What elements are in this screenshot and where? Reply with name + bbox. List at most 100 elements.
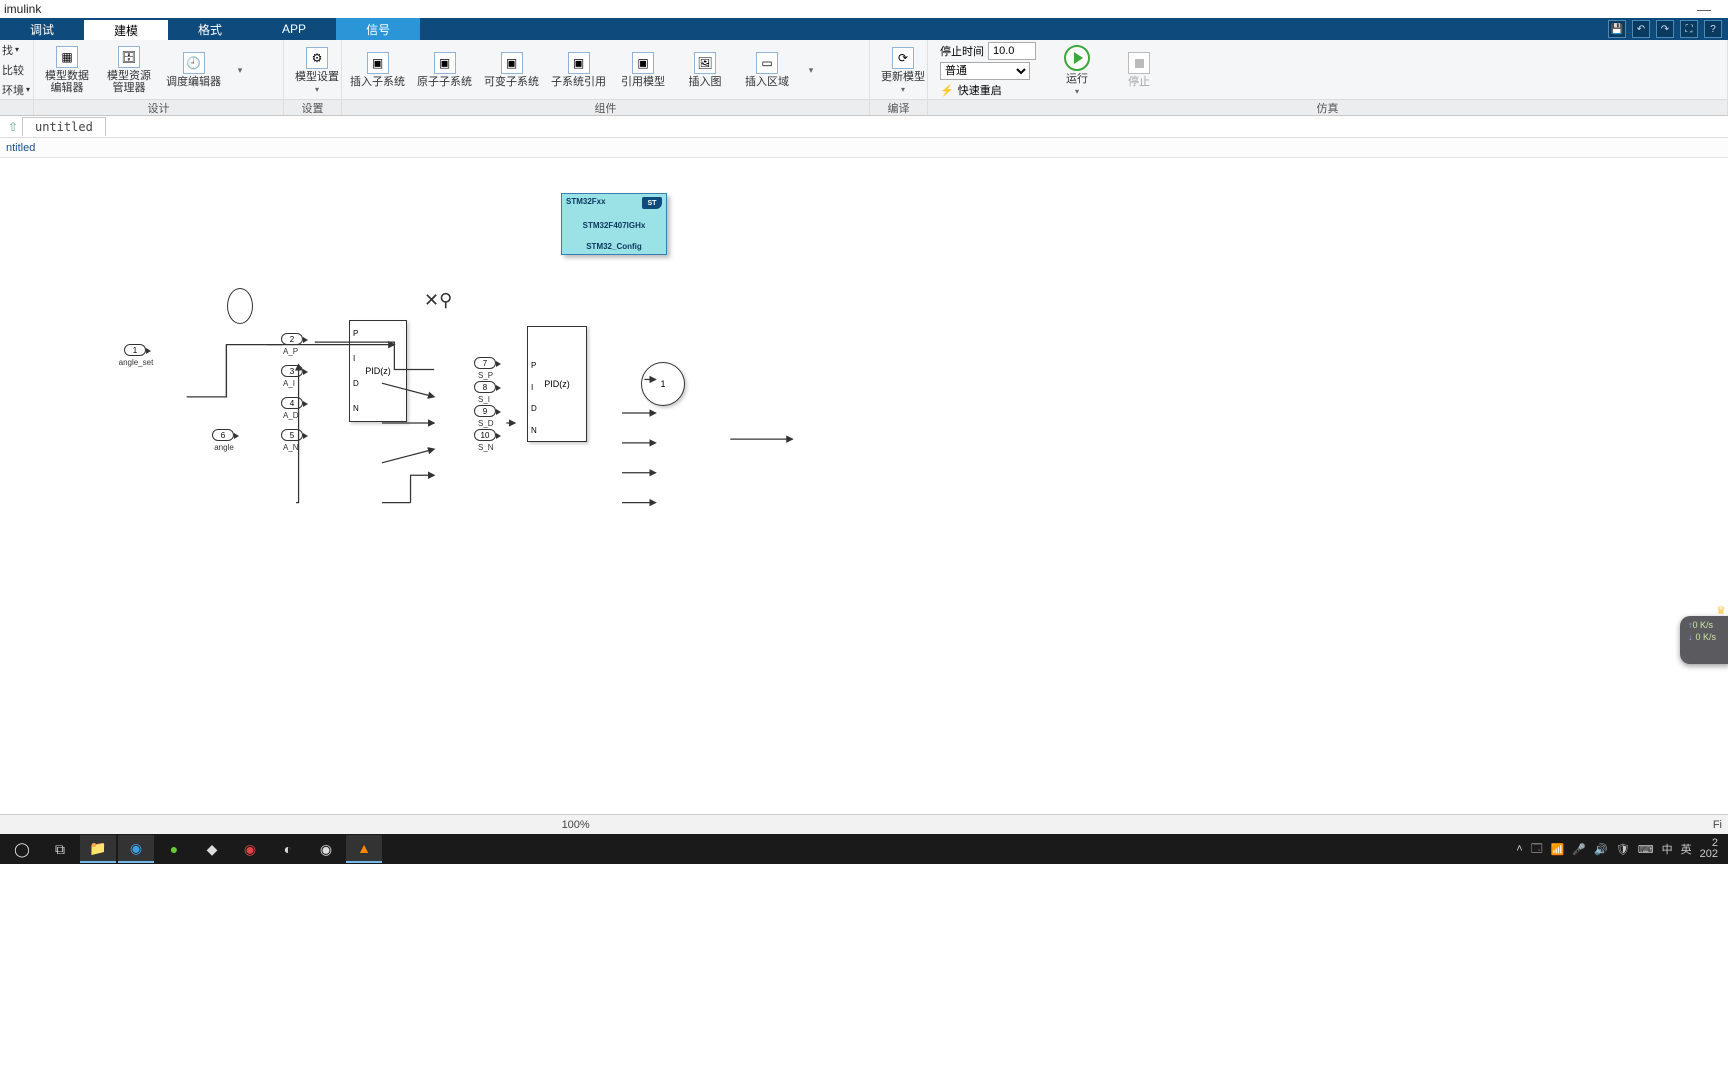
atomic-icon: ▣ [434, 52, 456, 74]
pid-block-2[interactable]: P I D N PID(z) [527, 326, 587, 442]
model-path[interactable]: ntitled [0, 138, 1728, 158]
model-breadcrumb: ⇧ untitled [0, 116, 1728, 138]
tray-shield-icon[interactable]: 🛡 [1616, 843, 1630, 856]
ref-model-button[interactable]: ▣ 引用模型 [618, 52, 668, 88]
insert-image-button[interactable]: 🖼 插入图 [680, 52, 730, 88]
inport-a-d-label: A_D [283, 411, 299, 420]
tray-mic-icon[interactable]: 🎤 [1572, 843, 1586, 856]
canvas-wires [0, 158, 1728, 814]
pid-block-1[interactable]: P I D N PID(z) [349, 320, 407, 422]
qa-help-icon[interactable]: ? [1704, 20, 1722, 38]
pid-block-2-label: PID(z) [544, 379, 570, 389]
ref-model-icon: ▣ [632, 52, 654, 74]
ribbon-left-edge: 找▾ 比较 环境▾ [0, 40, 34, 99]
outport-1[interactable]: 1 [641, 362, 685, 406]
database-icon: 🗄 [118, 46, 140, 68]
obs-icon[interactable]: ◉ [308, 835, 344, 863]
inport-s-d[interactable]: 9 [474, 405, 496, 417]
inport-a-i[interactable]: 3 [281, 365, 303, 377]
inport-s-p[interactable]: 7 [474, 357, 496, 369]
components-more-dropdown[interactable]: ▾ [804, 65, 818, 76]
env-button[interactable]: 环境▾ [2, 82, 30, 98]
main-tabstrip: 调试 建模 格式 APP 信号 💾 ↶ ↷ ⛶ ? [0, 18, 1728, 40]
image-icon: 🖼 [694, 52, 716, 74]
wechat-icon[interactable]: ● [156, 835, 192, 863]
zoom-cursor-icon: ✕⚲ [424, 290, 452, 311]
tray-ime-zh[interactable]: 中 [1662, 841, 1673, 857]
sum-block[interactable] [227, 288, 253, 324]
atomic-subsystem-button[interactable]: ▣ 原子子系统 [417, 52, 472, 88]
inport-s-n[interactable]: 10 [474, 429, 496, 441]
model-canvas[interactable]: STM32Fxx ST STM32F407IGHx STM32_Config 1… [0, 158, 1728, 814]
network-speed-widget[interactable]: ♛ ↑0 K/s ↓0 K/s [1680, 616, 1728, 664]
inport-angle-set-label: angle_set [118, 358, 154, 367]
windows-taskbar: ◯ ⧉ 📁 ◉ ● ◆ ◉ ◐ ◉ ▲ ˄ 🗔 📶 🎤 🔊 🛡 ⌨ 中 英 2 … [0, 834, 1728, 864]
app-title: imulink [4, 2, 41, 16]
status-bar: 100% Fi [0, 814, 1728, 834]
compare-button[interactable]: 比较 [2, 62, 24, 78]
stop-button[interactable]: 停止 [1114, 52, 1164, 88]
qa-save-icon[interactable]: 💾 [1608, 20, 1626, 38]
tray-lang[interactable]: 英 [1681, 841, 1692, 857]
sim-mode-select[interactable]: 普通 [940, 62, 1030, 80]
tray-wifi-icon[interactable]: 📶 [1551, 843, 1565, 856]
area-icon: ▭ [756, 52, 778, 74]
qa-undo-icon[interactable]: ↶ [1632, 20, 1650, 38]
refresh-icon: ⟳ [892, 47, 914, 69]
inport-a-p[interactable]: 2 [281, 333, 303, 345]
inport-a-n[interactable]: 5 [281, 429, 303, 441]
inport-angle[interactable]: 6 [212, 429, 234, 441]
file-explorer-icon[interactable]: 📁 [80, 835, 116, 863]
tray-battery-icon[interactable]: 🗔 [1531, 840, 1543, 859]
qa-redo-icon[interactable]: ↷ [1656, 20, 1674, 38]
window-minimize-icon[interactable]: — [1684, 1, 1724, 17]
subsystem-ref-button[interactable]: ▣ 子系统引用 [551, 52, 606, 88]
inport-angle-set[interactable]: 1 [124, 344, 146, 356]
tab-modeling[interactable]: 建模 [84, 18, 168, 40]
tray-volume-icon[interactable]: 🔊 [1594, 843, 1608, 856]
tab-debug[interactable]: 调试 [0, 18, 84, 40]
up-level-icon[interactable]: ⇧ [4, 118, 22, 136]
stop-time-input[interactable] [988, 42, 1036, 60]
fast-restart-icon[interactable]: ⚡ [940, 84, 954, 97]
edge-browser-icon[interactable]: ◉ [118, 835, 154, 863]
model-tab-untitled[interactable]: untitled [22, 117, 106, 136]
tray-chevron-icon[interactable]: ˄ [1516, 843, 1522, 855]
inport-s-i[interactable]: 8 [474, 381, 496, 393]
tab-format[interactable]: 格式 [168, 18, 252, 40]
model-settings-button[interactable]: ⚙ 模型设置 ▾ [292, 47, 342, 94]
group-label-design: 设计 [34, 100, 284, 115]
st-logo-icon: ST [642, 197, 662, 209]
model-data-editor-button[interactable]: ▦ 模型数据 编辑器 [42, 46, 92, 94]
ribbon-toolbar: 找▾ 比较 环境▾ ▦ 模型数据 编辑器 🗄 模型资源 管理器 🕘 调度编辑器 … [0, 40, 1728, 100]
schedule-editor-button[interactable]: 🕘 调度编辑器 [166, 52, 221, 88]
tab-app[interactable]: APP [252, 18, 336, 40]
qa-expand-icon[interactable]: ⛶ [1680, 20, 1698, 38]
stm32-line3: STM32_Config [566, 242, 662, 251]
insert-area-button[interactable]: ▭ 插入区域 [742, 52, 792, 88]
crown-icon: ♛ [1716, 604, 1726, 617]
tab-signal[interactable]: 信号 [336, 18, 420, 40]
start-button[interactable]: ◯ [4, 835, 40, 863]
app-icon-2[interactable]: ◐ [270, 835, 306, 863]
task-view-button[interactable]: ⧉ [42, 835, 78, 863]
find-button[interactable]: 找▾ [2, 42, 19, 58]
design-more-dropdown[interactable]: ▾ [233, 65, 247, 76]
fast-restart-label[interactable]: 快速重启 [958, 82, 1002, 98]
unity-icon[interactable]: ◆ [194, 835, 230, 863]
update-model-button[interactable]: ⟳ 更新模型 ▾ [878, 47, 928, 94]
group-label-compile: 编译 [870, 100, 928, 115]
variant-subsystem-button[interactable]: ▣ 可变子系统 [484, 52, 539, 88]
inport-a-d[interactable]: 4 [281, 397, 303, 409]
matlab-icon[interactable]: ▲ [346, 835, 382, 863]
insert-subsystem-button[interactable]: ▣ 插入子系统 [350, 52, 405, 88]
run-button[interactable]: 运行 ▾ [1052, 45, 1102, 96]
tray-date: 202 [1700, 848, 1718, 860]
tray-keyboard-icon[interactable]: ⌨ [1638, 843, 1654, 856]
stm32-line2: STM32F407IGHx [566, 221, 662, 230]
app-icon-1[interactable]: ◉ [232, 835, 268, 863]
zoom-value[interactable]: 100% [562, 819, 590, 831]
stm32-config-block[interactable]: STM32Fxx ST STM32F407IGHx STM32_Config [561, 193, 667, 255]
inport-s-d-label: S_D [478, 419, 494, 428]
model-resource-manager-button[interactable]: 🗄 模型资源 管理器 [104, 46, 154, 94]
